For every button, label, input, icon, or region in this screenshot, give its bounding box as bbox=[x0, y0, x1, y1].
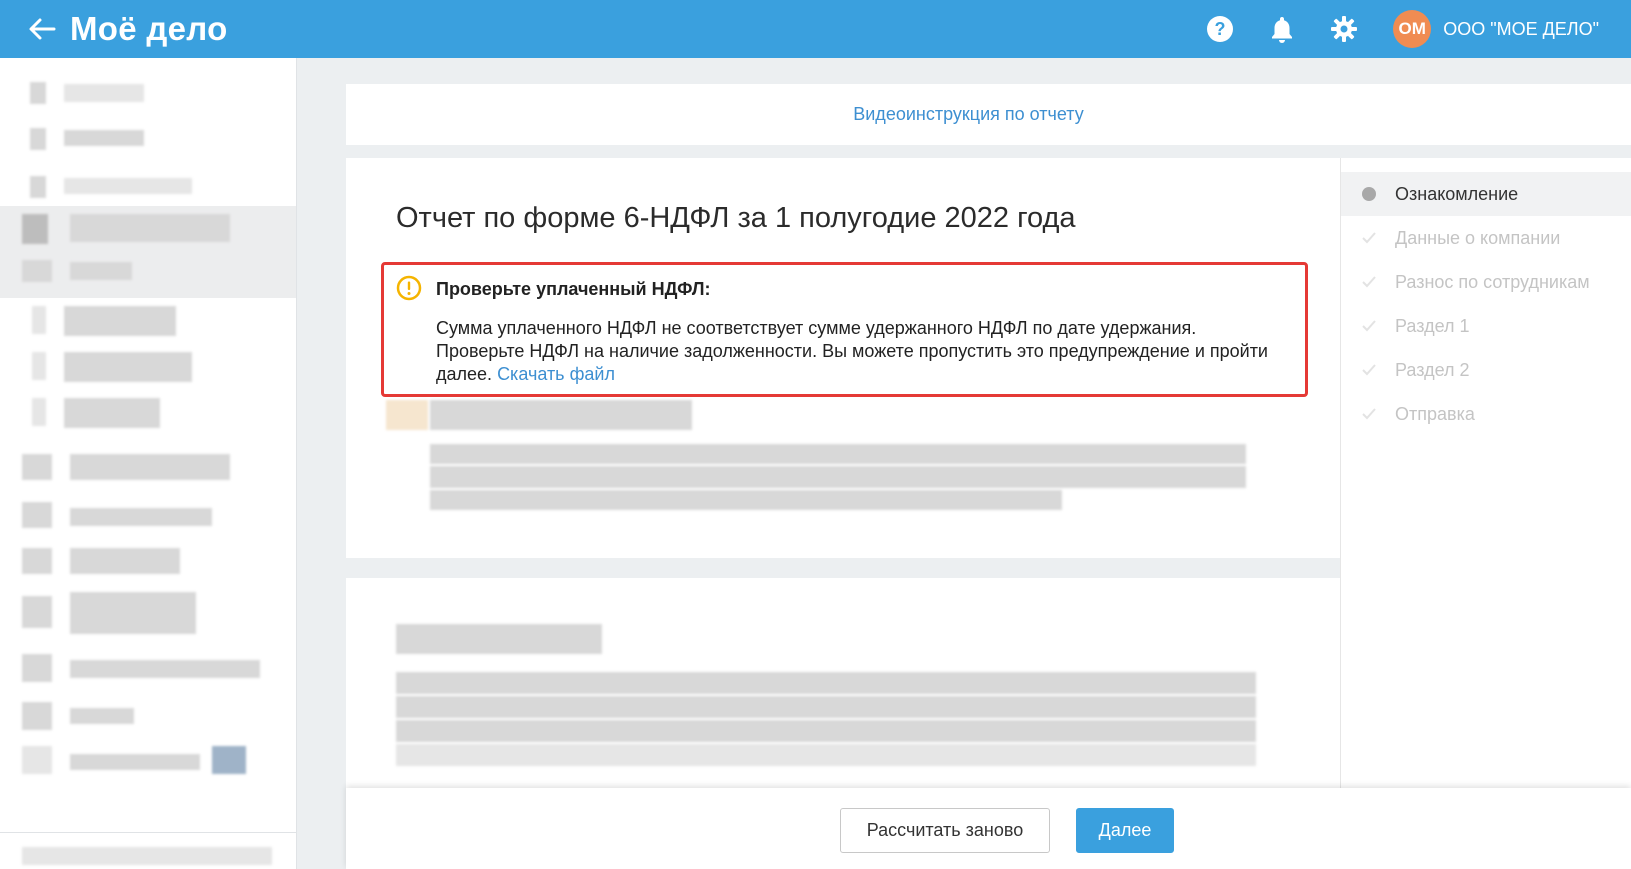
next-button[interactable]: Далее bbox=[1076, 808, 1174, 853]
sidebar-item[interactable] bbox=[0, 590, 296, 634]
app-logo[interactable]: Моё дело bbox=[70, 10, 228, 48]
sidebar bbox=[0, 58, 297, 869]
step-item[interactable]: Отправка bbox=[1341, 392, 1631, 436]
step-item[interactable]: Разнос по сотрудникам bbox=[1341, 260, 1631, 304]
step-label: Ознакомление bbox=[1395, 183, 1519, 204]
warning-title: Проверьте уплаченный НДФЛ: bbox=[436, 279, 711, 299]
warning-icon bbox=[396, 275, 422, 301]
sidebar-item[interactable] bbox=[0, 122, 296, 156]
step-label: Отправка bbox=[1395, 403, 1475, 424]
step-item[interactable]: Ознакомление bbox=[1341, 172, 1631, 216]
bell-icon[interactable] bbox=[1265, 12, 1299, 46]
sidebar-item[interactable] bbox=[0, 396, 296, 430]
sidebar-item[interactable] bbox=[0, 304, 296, 338]
step-item[interactable]: Раздел 1 bbox=[1341, 304, 1631, 348]
check-icon bbox=[1361, 406, 1377, 422]
top-bar: Моё дело ? ОМ ООО "МОЕ ДЕЛО" bbox=[0, 0, 1631, 58]
sidebar-item[interactable] bbox=[0, 542, 296, 576]
sidebar-item[interactable] bbox=[0, 650, 296, 684]
sidebar-item[interactable] bbox=[0, 832, 296, 866]
help-icon[interactable]: ? bbox=[1203, 12, 1237, 46]
step-label: Данные о компании bbox=[1395, 227, 1561, 248]
step-label: Раздел 1 bbox=[1395, 315, 1470, 336]
page-title: Отчет по форме 6-НДФЛ за 1 полугодие 202… bbox=[396, 202, 1076, 234]
step-item[interactable]: Данные о компании bbox=[1341, 216, 1631, 260]
sidebar-item[interactable] bbox=[0, 448, 296, 482]
check-icon bbox=[1361, 230, 1377, 246]
back-arrow-icon[interactable] bbox=[22, 9, 62, 49]
sidebar-item[interactable] bbox=[0, 170, 296, 204]
svg-text:?: ? bbox=[1215, 19, 1226, 39]
action-footer: Рассчитать заново Далее bbox=[346, 788, 1631, 869]
recalculate-button[interactable]: Рассчитать заново bbox=[840, 808, 1050, 853]
video-instruction-bar: Видеоинструкция по отчету bbox=[346, 84, 1631, 145]
check-icon bbox=[1361, 362, 1377, 378]
company-name[interactable]: ООО "МОЕ ДЕЛО" bbox=[1443, 19, 1599, 40]
sidebar-item-active[interactable] bbox=[0, 206, 296, 298]
warning-box: Проверьте уплаченный НДФЛ: Сумма уплачен… bbox=[381, 262, 1308, 397]
step-label: Разнос по сотрудникам bbox=[1395, 271, 1590, 292]
check-icon bbox=[1361, 318, 1377, 334]
company-avatar[interactable]: ОМ bbox=[1393, 10, 1432, 48]
steps-panel: Ознакомление Данные о компании Разнос по… bbox=[1340, 158, 1631, 869]
download-file-link[interactable]: Скачать файл bbox=[497, 364, 615, 384]
sidebar-item[interactable] bbox=[0, 496, 296, 530]
video-instruction-link[interactable]: Видеоинструкция по отчету bbox=[853, 104, 1083, 125]
step-label: Раздел 2 bbox=[1395, 359, 1470, 380]
sidebar-item[interactable] bbox=[0, 76, 296, 110]
sidebar-item[interactable] bbox=[0, 742, 296, 776]
step-current-dot-icon bbox=[1361, 186, 1377, 202]
gear-icon[interactable] bbox=[1327, 12, 1361, 46]
step-item[interactable]: Раздел 2 bbox=[1341, 348, 1631, 392]
warning-text: Сумма уплаченного НДФЛ не соответствует … bbox=[436, 317, 1286, 386]
sidebar-item[interactable] bbox=[0, 350, 296, 384]
sidebar-item[interactable] bbox=[0, 698, 296, 732]
check-icon bbox=[1361, 274, 1377, 290]
report-card: Отчет по форме 6-НДФЛ за 1 полугодие 202… bbox=[346, 158, 1340, 558]
